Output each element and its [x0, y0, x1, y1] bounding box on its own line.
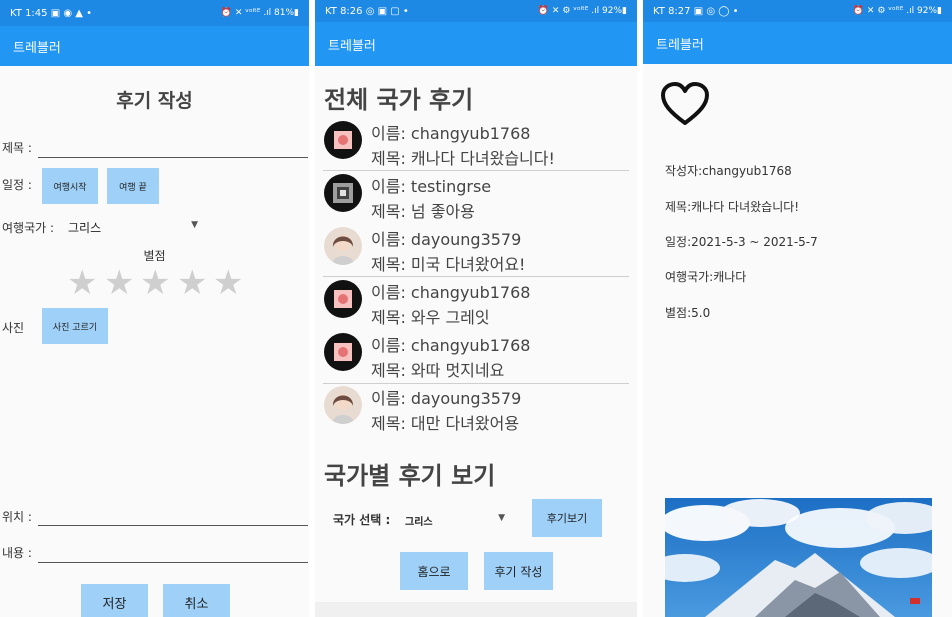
- save-button[interactable]: 저장: [81, 584, 148, 617]
- photo-label: 사진: [2, 321, 25, 335]
- list-divider: [323, 170, 629, 171]
- review-author: 이름: changyub1768: [371, 124, 531, 143]
- status-left: KT 1:45 ▣ ◉ ▲ •: [10, 7, 93, 19]
- home-button[interactable]: 홈으로: [400, 552, 468, 590]
- trip-start-button[interactable]: 여행시작: [42, 168, 98, 204]
- page-title: 후기 작성: [116, 90, 193, 112]
- view-reviews-button[interactable]: 후기보기: [532, 499, 602, 537]
- star-icon[interactable]: ★: [140, 266, 170, 300]
- location-label: 위치 :: [2, 510, 32, 524]
- review-list-item[interactable]: 이름: dayoung3579 제목: 미국 다녀왔어요!: [321, 224, 631, 277]
- review-list-item[interactable]: 이름: testingrse 제목: 넘 좋아용: [321, 171, 631, 224]
- status-bar: KT 8:27 ▣ ◎ ◯ • ⏰ ✕ ⚙ ᵛᵒˡᵗᴱ .ıl 92%▮: [643, 0, 952, 22]
- status-left: KT 8:27 ▣ ◎ ◯ •: [653, 5, 739, 17]
- status-bar: KT 1:45 ▣ ◉ ▲ • ⏰ ✕ ᵛᵒˡᵗᴱ .ıl 81%▮: [0, 0, 309, 26]
- country-select-value: 그리스: [68, 221, 102, 235]
- country-text: 여행국가:캐나다: [665, 270, 747, 284]
- country-label: 여행국가 :: [2, 221, 55, 235]
- review-detail-screen: KT 8:27 ▣ ◎ ◯ • ⏰ ✕ ⚙ ᵛᵒˡᵗᴱ .ıl 92%▮ 트레블…: [643, 0, 952, 617]
- author-text: 작성자:changyub1768: [665, 164, 792, 178]
- review-author: 이름: changyub1768: [371, 336, 531, 355]
- country-select-value: 그리스: [405, 517, 433, 528]
- country-select[interactable]: 그리스 ▼: [66, 216, 200, 236]
- status-bar: KT 8:26 ◎ ▣ ▢ • ⏰ ✕ ⚙ ᵛᵒˡᵗᴱ .ıl 92%▮: [315, 0, 637, 22]
- choose-photo-button[interactable]: 사진 고르기: [42, 308, 108, 344]
- status-right: ⏰ ✕ ⚙ ᵛᵒˡᵗᴱ .ıl 92%▮: [537, 6, 627, 16]
- review-author: 이름: dayoung3579: [371, 230, 522, 249]
- schedule-label: 일정 :: [2, 178, 32, 192]
- write-review-button[interactable]: 후기 작성: [484, 552, 553, 590]
- star-icon[interactable]: ★: [104, 266, 134, 300]
- review-list-item[interactable]: 이름: dayoung3579 제목: 대만 다녀왔어용: [321, 383, 631, 436]
- list-divider: [323, 276, 629, 277]
- title-label: 제목 :: [2, 141, 32, 155]
- app-bar: 트레블러: [315, 22, 637, 66]
- status-left: KT 8:26 ◎ ▣ ▢ •: [325, 5, 409, 17]
- status-right: ⏰ ✕ ⚙ ᵛᵒˡᵗᴱ .ıl 92%▮: [852, 6, 942, 16]
- review-list-item[interactable]: 이름: changyub1768 제목: 캐나다 다녀왔습니다!: [321, 118, 631, 171]
- content-input[interactable]: [38, 562, 308, 563]
- app-title: 트레블러: [328, 38, 376, 54]
- trip-end-button[interactable]: 여행 끝: [107, 168, 159, 204]
- review-list-item[interactable]: 이름: changyub1768 제목: 와우 그레잇: [321, 277, 631, 330]
- app-title: 트레블러: [656, 37, 704, 53]
- list-divider: [323, 383, 629, 384]
- app-bar: 트레블러: [0, 26, 309, 66]
- review-list-item[interactable]: 이름: changyub1768 제목: 와따 멋지네요: [321, 330, 631, 383]
- review-list-screen: KT 8:26 ◎ ▣ ▢ • ⏰ ✕ ⚙ ᵛᵒˡᵗᴱ .ıl 92%▮ 트레블…: [315, 0, 637, 617]
- chevron-down-icon: ▼: [498, 513, 505, 523]
- heart-icon[interactable]: [660, 82, 710, 128]
- review-author: 이름: dayoung3579: [371, 389, 522, 408]
- content-label: 내용 :: [2, 546, 32, 560]
- avatar: [324, 280, 362, 318]
- avatar: [324, 174, 362, 212]
- rating-label: 별점: [143, 249, 166, 263]
- review-title: 제목: 와따 멋지네요: [371, 361, 505, 380]
- avatar: [324, 333, 362, 371]
- avatar: [324, 121, 362, 159]
- review-title: 제목: 대만 다녀왔어용: [371, 414, 520, 433]
- all-reviews-heading: 전체 국가 후기: [324, 86, 474, 114]
- schedule-text: 일정:2021-5-3 ~ 2021-5-7: [665, 235, 818, 249]
- star-icon[interactable]: ★: [67, 266, 97, 300]
- app-bar: 트레블러: [643, 22, 952, 64]
- country-select-label: 국가 선택 :: [333, 513, 391, 527]
- status-right: ⏰ ✕ ᵛᵒˡᵗᴱ .ıl 81%▮: [220, 8, 299, 18]
- review-title: 제목: 미국 다녀왔어요!: [371, 255, 526, 274]
- title-input[interactable]: [38, 157, 308, 158]
- chevron-down-icon: ▼: [191, 220, 198, 230]
- star-icon[interactable]: ★: [177, 266, 207, 300]
- rating-text: 별점:5.0: [665, 306, 711, 320]
- country-reviews-heading: 국가별 후기 보기: [324, 462, 496, 490]
- star-icon[interactable]: ★: [213, 266, 243, 300]
- app-title: 트레블러: [13, 40, 61, 56]
- review-title: 제목: 캐나다 다녀왔습니다!: [371, 149, 555, 168]
- review-author: 이름: changyub1768: [371, 283, 531, 302]
- cancel-button[interactable]: 취소: [163, 584, 230, 617]
- avatar: [324, 227, 362, 265]
- title-text: 제목:캐나다 다녀왔습니다!: [665, 200, 800, 214]
- location-input[interactable]: [38, 525, 308, 526]
- avatar: [324, 386, 362, 424]
- review-photo: [665, 498, 932, 617]
- country-select[interactable]: 그리스 ▼: [403, 508, 507, 530]
- review-author: 이름: testingrse: [371, 177, 492, 196]
- write-review-screen: KT 1:45 ▣ ◉ ▲ • ⏰ ✕ ᵛᵒˡᵗᴱ .ıl 81%▮ 트레블러 …: [0, 0, 309, 617]
- review-title: 제목: 와우 그레잇: [371, 308, 490, 327]
- review-title: 제목: 넘 좋아용: [371, 202, 475, 221]
